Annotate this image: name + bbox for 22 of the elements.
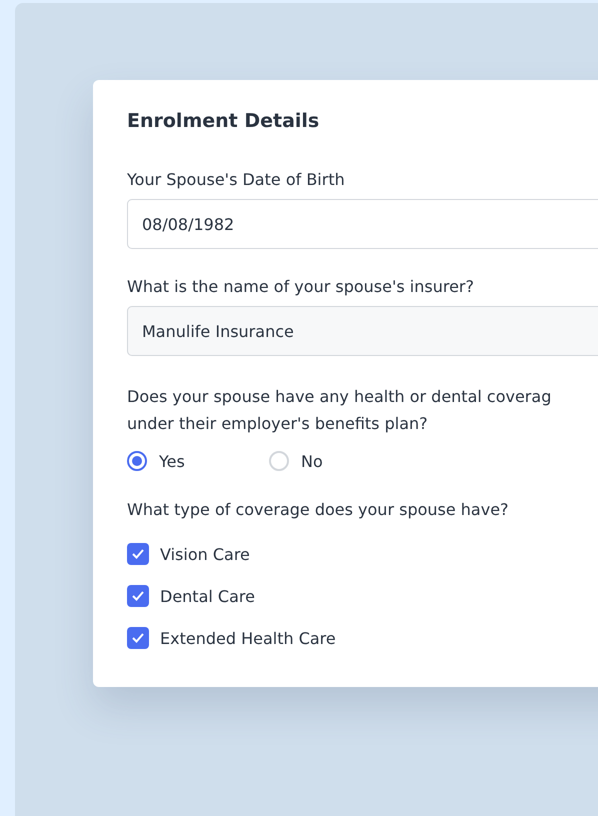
radio-label: No	[301, 452, 323, 470]
check-icon	[132, 633, 144, 643]
checkbox[interactable]	[127, 585, 149, 607]
checkbox[interactable]	[127, 627, 149, 649]
field-label: Your Spouse's Date of Birth	[127, 169, 346, 191]
question-text: under their employer's benefits plan?	[127, 413, 429, 435]
checkbox-label: Dental Care	[160, 586, 255, 606]
checkbox[interactable]	[127, 543, 149, 565]
input-field[interactable]: 08/08/1982	[127, 199, 598, 249]
question-text: Does your spouse have any health or dental coverag	[127, 386, 552, 408]
input-field[interactable]: Manulife Insurance	[127, 306, 598, 356]
checkbox-label: Vision Care	[160, 544, 250, 564]
check-icon	[132, 549, 144, 559]
radio-icon[interactable]	[127, 451, 147, 471]
check-icon	[132, 591, 144, 601]
form-title: Enrolment Details	[127, 110, 320, 132]
checkbox-label: Extended Health Care	[160, 628, 336, 648]
radio-label: Yes	[159, 452, 185, 470]
question-text: What type of coverage does your spouse have?	[127, 499, 510, 521]
field-label: What is the name of your spouse's insurer?	[127, 276, 475, 298]
radio-option[interactable]: Yes	[127, 451, 269, 471]
radio-option[interactable]: No	[269, 451, 411, 471]
